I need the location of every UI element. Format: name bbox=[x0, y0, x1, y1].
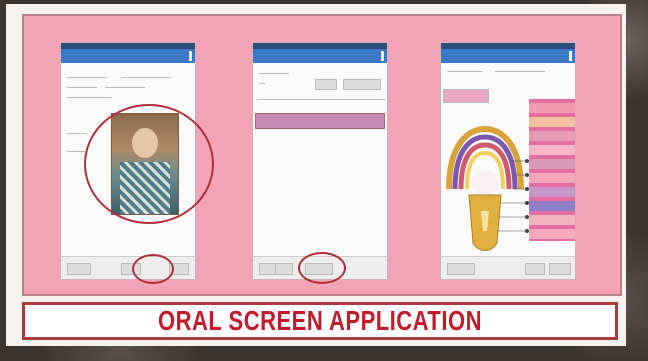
form-field-line bbox=[495, 71, 545, 72]
poster-title-banner: ORAL SCREEN APPLICATION bbox=[22, 302, 618, 340]
legend-swatch[interactable] bbox=[529, 173, 575, 183]
form-field-line bbox=[259, 83, 265, 84]
form-field-line bbox=[447, 71, 483, 72]
poster-title: ORAL SCREEN APPLICATION bbox=[157, 304, 482, 336]
poster: ORAL SCREEN APPLICATION bbox=[6, 4, 626, 346]
legend-swatch[interactable] bbox=[529, 117, 575, 127]
legend-swatch[interactable] bbox=[529, 145, 575, 155]
legend-swatch[interactable] bbox=[529, 201, 575, 211]
save-button-highlight-ring bbox=[298, 252, 346, 284]
home-button[interactable] bbox=[275, 263, 293, 275]
app-bar bbox=[253, 49, 387, 63]
legend-swatch[interactable] bbox=[529, 187, 575, 197]
app-bar bbox=[441, 49, 575, 63]
back-button[interactable] bbox=[447, 263, 475, 275]
menu-icon[interactable] bbox=[569, 51, 572, 61]
app-bar bbox=[61, 49, 195, 63]
legend-swatch[interactable] bbox=[529, 103, 575, 113]
form-field-line bbox=[67, 133, 87, 134]
back-button[interactable] bbox=[67, 263, 91, 275]
legend-swatch[interactable] bbox=[529, 131, 575, 141]
menu-icon[interactable] bbox=[189, 51, 192, 61]
legend-swatch[interactable] bbox=[529, 215, 575, 225]
legend-swatch[interactable] bbox=[529, 229, 575, 239]
capture-button-highlight-ring bbox=[132, 254, 174, 284]
search-button[interactable] bbox=[315, 79, 337, 90]
legend-swatch[interactable] bbox=[529, 159, 575, 169]
phone-screen-oral-chart bbox=[440, 42, 576, 280]
form-field-line bbox=[121, 77, 171, 78]
bottom-bar bbox=[441, 256, 575, 279]
region-legend bbox=[529, 99, 575, 241]
form-field-line bbox=[105, 87, 145, 88]
region-tab[interactable] bbox=[443, 89, 489, 103]
bottom-bar bbox=[61, 256, 195, 279]
form-field-line bbox=[259, 73, 289, 74]
form-field-line bbox=[67, 151, 85, 152]
save-button[interactable] bbox=[525, 263, 545, 275]
form-field-line bbox=[67, 87, 97, 88]
form-field-line bbox=[67, 97, 111, 98]
list-item-selected[interactable] bbox=[255, 113, 385, 129]
screenshots-panel bbox=[22, 14, 622, 296]
menu-icon[interactable] bbox=[381, 51, 384, 61]
phone-screen-list bbox=[252, 42, 388, 280]
photo-highlight-ring bbox=[84, 104, 214, 224]
table-header-line bbox=[257, 99, 385, 100]
form-field-line bbox=[67, 77, 107, 78]
add-button[interactable] bbox=[343, 79, 381, 90]
next-button[interactable] bbox=[549, 263, 571, 275]
